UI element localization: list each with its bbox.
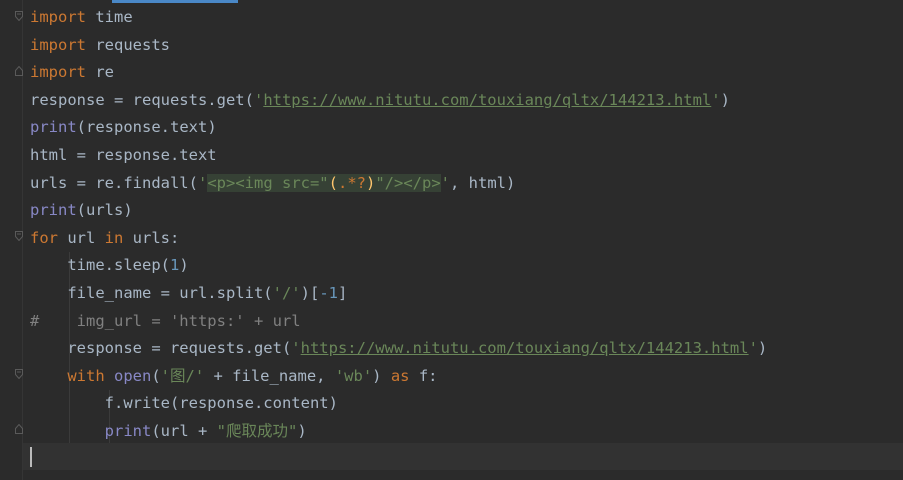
code-token: url (58, 228, 105, 247)
code-token: urls: (123, 228, 180, 247)
code-token: html = response.text (30, 146, 217, 164)
fold-start-icon[interactable] (15, 11, 23, 21)
code-token: https://www.nitutu.com/touxiang/qltx/144… (263, 90, 712, 109)
code-token: https://www.nitutu.com/touxiang/qltx/144… (300, 339, 749, 358)
code-line[interactable]: time.sleep(1) (30, 252, 890, 279)
fold-end-icon[interactable] (15, 424, 23, 434)
code-line[interactable]: urls = re.findall('<p><img src="(.*?)"/>… (30, 170, 890, 197)
code-token: '/' (272, 284, 301, 302)
code-token: for (30, 228, 58, 247)
code-token: in (104, 228, 124, 247)
code-token: )[ (300, 284, 320, 302)
code-line[interactable]: for url in urls: (30, 225, 890, 252)
code-token: ) (372, 366, 391, 385)
code-token: time.sleep( (30, 256, 170, 275)
code-token: ] (337, 284, 348, 302)
code-token: f.write(response.content) (30, 394, 338, 413)
code-token: ( (328, 173, 338, 192)
code-token: as (390, 366, 410, 385)
code-token: import (30, 8, 86, 26)
code-token: 'wb' (334, 366, 373, 385)
code-token: open (114, 366, 152, 385)
code-token: "爬取成功" (216, 422, 298, 440)
code-token: ) (179, 256, 189, 275)
code-token: 1 (169, 256, 180, 275)
code-token: requests (86, 35, 170, 54)
fold-start-icon[interactable] (15, 231, 23, 241)
code-token: ' (440, 173, 451, 192)
code-token: (response.text) (76, 118, 217, 137)
code-token: + file_name, (204, 366, 335, 385)
code-token: ' (291, 339, 301, 358)
code-token: response = requests.get( (30, 339, 292, 358)
code-token: , html) (450, 173, 516, 192)
code-line[interactable]: print(urls) (30, 197, 890, 224)
code-token: (urls) (76, 201, 133, 220)
code-editor[interactable]: import time import requests import re respo… (0, 0, 903, 480)
code-line[interactable]: # img_url = 'https:' + url (30, 308, 890, 335)
code-line[interactable]: file_name = url.split('/')[-1] (30, 280, 890, 307)
code-token: ( (151, 366, 161, 385)
code-line[interactable]: import time (30, 4, 890, 31)
code-token: -1 (319, 284, 338, 302)
code-token: f: (409, 366, 438, 385)
code-line[interactable]: print(response.text) (30, 114, 890, 141)
code-line[interactable]: f.write(response.content) (30, 390, 890, 417)
code-line[interactable]: import requests (30, 32, 890, 59)
code-token: file_name = url.split( (30, 284, 273, 302)
code-token: ) (366, 173, 376, 192)
code-token: ' (197, 173, 208, 192)
code-token: urls = re.findall( (30, 173, 198, 192)
code-token: (url + (151, 422, 217, 440)
code-line[interactable]: response = requests.get('https://www.nit… (30, 87, 890, 114)
code-token: '图/' (160, 366, 205, 385)
code-token: # img_url = 'https:' + url (30, 311, 301, 330)
code-token: ' (253, 90, 264, 109)
code-token: ' (711, 90, 721, 109)
code-line[interactable]: import re (30, 59, 890, 86)
active-tab-indicator (112, 0, 238, 3)
code-line[interactable] (30, 446, 890, 473)
code-token: ) (720, 90, 730, 109)
code-token: time (86, 8, 133, 26)
code-token: re (86, 63, 114, 82)
code-line[interactable]: html = response.text (30, 142, 890, 169)
code-token: "/></p> (375, 173, 441, 192)
fold-start-icon[interactable] (15, 369, 23, 379)
code-line[interactable]: print(url + "爬取成功") (30, 418, 890, 445)
code-token: import (30, 35, 86, 54)
code-line[interactable]: response = requests.get('https://www.nit… (30, 335, 890, 362)
code-token: ) (297, 422, 307, 440)
code-token: .*? (338, 173, 366, 192)
code-token: print (30, 118, 77, 137)
code-token: with (67, 366, 105, 385)
code-token: import (30, 63, 86, 82)
code-token: response = requests.get( (30, 90, 254, 109)
code-token: print (30, 201, 77, 220)
code-token: ) (757, 339, 768, 358)
code-token: ' (748, 339, 758, 358)
fold-end-icon[interactable] (15, 66, 23, 76)
code-line[interactable]: with open('图/' + file_name, 'wb') as f: (30, 363, 890, 390)
code-token: <p><img src=" (207, 173, 329, 192)
code-token: print (104, 422, 152, 440)
